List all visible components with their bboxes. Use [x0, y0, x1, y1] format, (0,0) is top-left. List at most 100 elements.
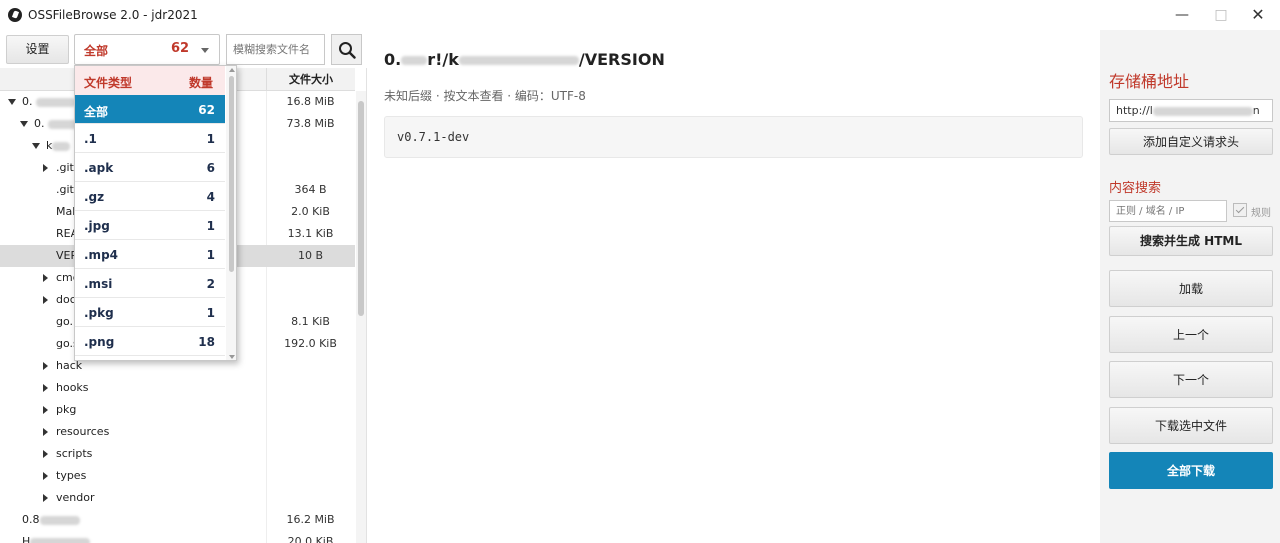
- tree-row-size: 10 B: [297, 249, 324, 262]
- dropdown-item[interactable]: .apk 6: [75, 153, 225, 182]
- tree-row-size: 364 B: [294, 183, 327, 196]
- redacted-text: [401, 56, 428, 65]
- tree-row-name: vendor: [56, 491, 95, 504]
- expand-arrow-icon[interactable]: [32, 143, 40, 149]
- tree-row[interactable]: hooks: [0, 377, 355, 399]
- redacted-text: [458, 56, 579, 65]
- expand-arrow-icon[interactable]: [43, 472, 48, 480]
- file-type-dropdown[interactable]: 文件类型 数量 全部 62 .1 1 .apk 6 .gz 4 .jpg 1 .…: [74, 65, 237, 361]
- regex-checkbox[interactable]: [1233, 203, 1247, 217]
- dropdown-header: 文件类型 数量: [75, 66, 225, 95]
- tree-row-name: H: [22, 535, 31, 543]
- expand-arrow-icon[interactable]: [20, 121, 28, 127]
- settings-button[interactable]: 设置: [6, 35, 69, 64]
- file-type-select[interactable]: 全部 62: [74, 34, 220, 65]
- minimize-button[interactable]: —: [1164, 4, 1200, 26]
- tree-row[interactable]: 0.8 16.2 MiB: [0, 509, 355, 531]
- redacted-text: [1152, 106, 1253, 116]
- window-title: OSSFileBrowse 2.0 - jdr2021: [28, 8, 198, 22]
- expand-arrow-icon[interactable]: [43, 274, 48, 282]
- search-button[interactable]: [331, 34, 362, 65]
- tree-row-name: resources: [56, 425, 110, 438]
- dropdown-item[interactable]: .mp4 1: [75, 240, 225, 269]
- regex-checkbox-label: 规则: [1251, 208, 1271, 219]
- dropdown-item[interactable]: .1 1: [75, 124, 225, 153]
- tree-row[interactable]: scripts: [0, 443, 355, 465]
- expand-arrow-icon[interactable]: [43, 450, 48, 458]
- expand-arrow-icon[interactable]: [43, 164, 48, 172]
- redacted-text: [39, 515, 80, 525]
- dropdown-item-ext: .msi: [84, 277, 113, 291]
- file-type-select-count: 62: [171, 41, 190, 56]
- expand-arrow-icon[interactable]: [43, 406, 48, 414]
- download-selected-button[interactable]: 下载选中文件: [1109, 407, 1273, 444]
- tree-row-size: 20.0 KiB: [287, 535, 334, 543]
- right-sidebar: 存储桶地址 http://l n 添加自定义请求头 内容搜索 规则 搜索并生成 H…: [1100, 30, 1280, 543]
- next-button[interactable]: 下一个: [1109, 361, 1273, 398]
- tree-row-size: 192.0 KiB: [284, 337, 337, 350]
- expand-arrow-icon[interactable]: [43, 384, 48, 392]
- dropdown-scrollbar[interactable]: [226, 66, 236, 360]
- tree-row[interactable]: vendor: [0, 487, 355, 509]
- tree-row-name: pkg: [56, 403, 77, 416]
- dropdown-item-ext: 全部: [84, 105, 109, 119]
- file-path-title: 0. r!/k/VERSION: [384, 50, 665, 69]
- tree-row-name: hooks: [56, 381, 89, 394]
- app-logo-icon: [8, 8, 22, 22]
- redacted-text: [52, 141, 71, 151]
- dropdown-item[interactable]: .png 18: [75, 327, 225, 356]
- dropdown-item[interactable]: .gz 4: [75, 182, 225, 211]
- dropdown-item-ext: .apk: [84, 161, 114, 175]
- dropdown-item[interactable]: .msi 2: [75, 269, 225, 298]
- size-column-header[interactable]: 文件大小: [266, 68, 355, 91]
- dropdown-item-count: 62: [198, 103, 215, 117]
- expand-arrow-icon[interactable]: [8, 99, 16, 105]
- bucket-url-tail: n: [1252, 104, 1260, 117]
- dropdown-scrollbar-thumb[interactable]: [229, 76, 234, 272]
- maximize-button[interactable]: □: [1203, 4, 1239, 26]
- expand-arrow-icon[interactable]: [43, 362, 48, 370]
- bucket-url-input[interactable]: http://l n: [1109, 99, 1273, 122]
- expand-arrow-icon[interactable]: [43, 428, 48, 436]
- redacted-text: [36, 97, 76, 107]
- tree-scrollbar-thumb[interactable]: [358, 101, 364, 316]
- search-icon: [339, 42, 356, 59]
- close-button[interactable]: ✕: [1240, 4, 1276, 26]
- tree-row-size: 13.1 KiB: [287, 227, 334, 240]
- dropdown-item[interactable]: .pkg 1: [75, 298, 225, 327]
- expand-arrow-icon[interactable]: [43, 494, 48, 502]
- dropdown-item-all[interactable]: 全部 62: [75, 95, 225, 124]
- search-generate-html-button[interactable]: 搜索并生成 HTML: [1109, 226, 1273, 256]
- add-custom-header-button[interactable]: 添加自定义请求头: [1109, 128, 1273, 155]
- scroll-up-icon[interactable]: [229, 68, 235, 72]
- tree-row[interactable]: resources: [0, 421, 355, 443]
- content-search-input[interactable]: [1109, 200, 1227, 222]
- bucket-address-title: 存储桶地址: [1109, 72, 1190, 91]
- tree-row-name: 0.: [22, 95, 33, 108]
- dropdown-item[interactable]: .jpg 1: [75, 211, 225, 240]
- dropdown-item-ext: .jpg: [84, 219, 110, 233]
- tree-row[interactable]: H 20.0 KiB: [0, 531, 355, 543]
- scroll-down-icon[interactable]: [229, 355, 235, 359]
- dropdown-item-ext: .png: [84, 335, 115, 349]
- tree-row-name: 0.: [34, 117, 45, 130]
- file-meta: 未知后缀 · 按文本查看 · 编码：UTF-8: [384, 89, 586, 103]
- filename-search-input[interactable]: [226, 34, 325, 65]
- file-path-prefix: 0.: [384, 50, 402, 69]
- dropdown-item-ext: .mp4: [84, 248, 119, 262]
- load-button[interactable]: 加载: [1109, 270, 1273, 307]
- dropdown-item-count: 2: [206, 277, 215, 291]
- tree-row-name: types: [56, 469, 87, 482]
- tree-row-size: 8.1 KiB: [291, 315, 330, 328]
- tree-row-size: 73.8 MiB: [286, 117, 335, 130]
- previous-button[interactable]: 上一个: [1109, 316, 1273, 353]
- file-preview-panel: 0. r!/k/VERSION 未知后缀 · 按文本查看 · 编码：UTF-8 v…: [368, 30, 1100, 543]
- tree-scrollbar[interactable]: [356, 91, 366, 543]
- expand-arrow-icon[interactable]: [43, 296, 48, 304]
- dropdown-item-count: 6: [206, 161, 215, 175]
- dropdown-item-ext: .gz: [84, 190, 105, 204]
- dropdown-item-ext: .pkg: [84, 306, 114, 320]
- tree-row[interactable]: types: [0, 465, 355, 487]
- download-all-button[interactable]: 全部下载: [1109, 452, 1273, 489]
- tree-row[interactable]: pkg: [0, 399, 355, 421]
